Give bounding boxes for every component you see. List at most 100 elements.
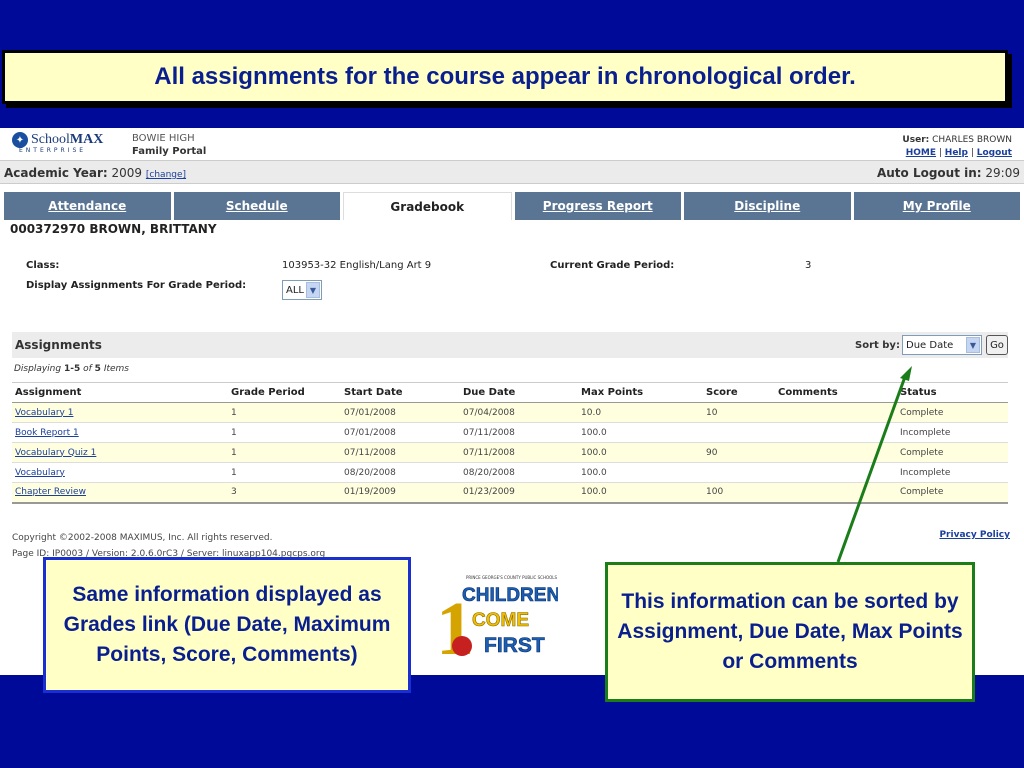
table-row: Vocabulary 1 1 07/01/2008 07/04/2008 10.… <box>12 402 1008 423</box>
assignments-header: Assignments Sort by: Due Date ▼ Go <box>12 332 1008 358</box>
tab-schedule[interactable]: Schedule <box>173 192 340 220</box>
portal-header: ✦ SchoolMAX ENTERPRISE BOWIE HIGH Family… <box>0 128 1024 160</box>
children-come-first-logo: PRINCE GEORGE'S COUNTY PUBLIC SCHOOLS 1 … <box>436 575 558 662</box>
cell-comments <box>775 462 897 483</box>
cell-status: Complete <box>897 482 1008 504</box>
cell-score: 100 <box>703 482 775 504</box>
logo-subtitle: ENTERPRISE <box>19 147 87 154</box>
cell-max-points: 100.0 <box>578 462 703 483</box>
main-tabs: Attendance Schedule Gradebook Progress R… <box>4 192 1020 220</box>
col-score: Score <box>703 382 775 403</box>
compass-icon: ✦ <box>12 132 28 148</box>
logout-link[interactable]: Logout <box>977 148 1012 158</box>
assignment-link[interactable]: Book Report 1 <box>12 422 228 443</box>
table-row: Vocabulary 1 08/20/2008 08/20/2008 100.0… <box>12 462 1008 483</box>
col-start-date: Start Date <box>341 382 460 403</box>
sort-by-label: Sort by: <box>855 340 900 351</box>
displaying-count: Displaying 1-5 of 5 Items <box>14 364 129 374</box>
assignments-title: Assignments <box>15 338 102 352</box>
table-row: Vocabulary Quiz 1 1 07/11/2008 07/11/200… <box>12 442 1008 463</box>
school-info: BOWIE HIGH Family Portal <box>132 132 206 158</box>
grade-period-label: Current Grade Period: <box>550 260 675 271</box>
logo-top-text: PRINCE GEORGE'S COUNTY PUBLIC SCHOOLS <box>466 575 557 580</box>
cell-score <box>703 462 775 483</box>
logo-children-text: CHILDREN <box>462 585 558 606</box>
slide-title: All assignments for the course appear in… <box>2 50 1008 104</box>
cell-score: 10 <box>703 402 775 423</box>
assignment-link[interactable]: Vocabulary <box>12 462 228 483</box>
col-due-date: Due Date <box>460 382 578 403</box>
tab-attendance[interactable]: Attendance <box>4 192 171 220</box>
display-period-label: Display Assignments For Grade Period: <box>26 280 247 291</box>
assignment-link[interactable]: Chapter Review <box>12 482 228 504</box>
assignments-table: Assignment Grade Period Start Date Due D… <box>12 382 1008 504</box>
table-row: Book Report 1 1 07/01/2008 07/11/2008 10… <box>12 422 1008 443</box>
year-label: Academic Year: <box>4 166 108 180</box>
tab-progress-report[interactable]: Progress Report <box>514 192 681 220</box>
table-header-row: Assignment Grade Period Start Date Due D… <box>12 382 1008 403</box>
assignment-link[interactable]: Vocabulary 1 <box>12 402 228 423</box>
logo-come-text: COME <box>472 610 529 631</box>
cell-comments <box>775 422 897 443</box>
user-area: User: CHARLES BROWN HOME | Help | Logout <box>902 135 1012 158</box>
help-link[interactable]: Help <box>945 148 968 158</box>
callout-grades-info: Same information displayed as Grades lin… <box>43 557 411 693</box>
chevron-down-icon: ▼ <box>306 282 320 298</box>
cell-score: 90 <box>703 442 775 463</box>
user-label: User: <box>902 135 930 145</box>
cell-grade-period: 1 <box>228 402 341 423</box>
cell-comments <box>775 402 897 423</box>
cell-comments <box>775 482 897 504</box>
portal-name: Family Portal <box>132 146 207 157</box>
grade-period-selected: ALL <box>286 284 304 296</box>
change-year-link[interactable]: [change] <box>146 170 186 180</box>
cell-max-points: 100.0 <box>578 482 703 504</box>
table-row: Chapter Review 3 01/19/2009 01/23/2009 1… <box>12 482 1008 504</box>
class-value: 103953-32 English/Lang Art 9 <box>282 260 432 271</box>
cell-status: Complete <box>897 402 1008 423</box>
tab-discipline[interactable]: Discipline <box>684 192 851 220</box>
cell-start-date: 08/20/2008 <box>341 462 460 483</box>
callout-sort-info: This information can be sorted by Assign… <box>605 562 975 702</box>
col-max-points: Max Points <box>578 382 703 403</box>
grade-period-select[interactable]: ALL ▼ <box>282 280 322 300</box>
cell-start-date: 07/01/2008 <box>341 422 460 443</box>
assignment-link[interactable]: Vocabulary Quiz 1 <box>12 442 228 463</box>
grade-period-value: 3 <box>805 260 812 271</box>
cell-grade-period: 3 <box>228 482 341 504</box>
tab-my-profile[interactable]: My Profile <box>853 192 1020 220</box>
schoolmax-logo: ✦ SchoolMAX <box>12 132 103 148</box>
home-link[interactable]: HOME <box>906 148 936 158</box>
cell-due-date: 01/23/2009 <box>460 482 578 504</box>
cell-comments <box>775 442 897 463</box>
cell-due-date: 07/11/2008 <box>460 442 578 463</box>
apple-icon <box>452 636 472 656</box>
cell-status: Incomplete <box>897 422 1008 443</box>
sort-by-select[interactable]: Due Date ▼ <box>902 335 982 355</box>
col-comments: Comments <box>775 382 897 403</box>
privacy-policy-link[interactable]: Privacy Policy <box>939 530 1010 540</box>
chevron-down-icon: ▼ <box>966 337 980 353</box>
cell-grade-period: 1 <box>228 422 341 443</box>
auto-logout-time: 29:09 <box>985 166 1020 180</box>
logo-first-text: FIRST <box>484 634 545 657</box>
cell-max-points: 10.0 <box>578 402 703 423</box>
cell-score <box>703 422 775 443</box>
cell-status: Incomplete <box>897 462 1008 483</box>
copyright-text: Copyright ©2002-2008 MAXIMUS, Inc. All r… <box>12 533 273 543</box>
cell-grade-period: 1 <box>228 442 341 463</box>
cell-due-date: 07/11/2008 <box>460 422 578 443</box>
cell-max-points: 100.0 <box>578 422 703 443</box>
cell-start-date: 07/01/2008 <box>341 402 460 423</box>
cell-due-date: 08/20/2008 <box>460 462 578 483</box>
cell-start-date: 01/19/2009 <box>341 482 460 504</box>
class-label: Class: <box>26 260 60 271</box>
tab-gradebook[interactable]: Gradebook <box>343 192 512 220</box>
col-status: Status <box>897 382 1008 403</box>
go-button[interactable]: Go <box>986 335 1008 355</box>
cell-status: Complete <box>897 442 1008 463</box>
col-grade-period: Grade Period <box>228 382 341 403</box>
cell-grade-period: 1 <box>228 462 341 483</box>
school-name: BOWIE HIGH <box>132 133 195 144</box>
auto-logout-label: Auto Logout in: <box>876 166 982 180</box>
